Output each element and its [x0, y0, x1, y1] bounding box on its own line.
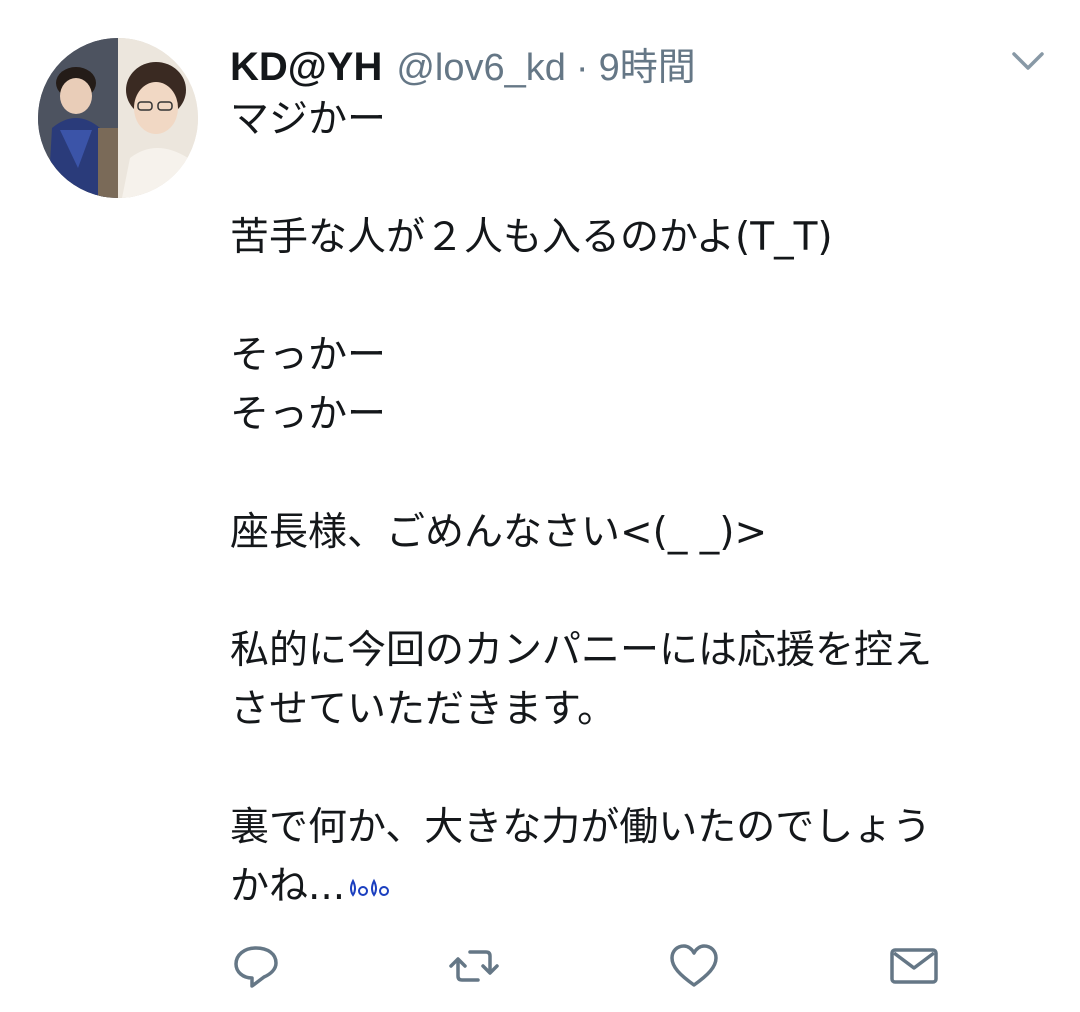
retweet-icon: [449, 950, 499, 982]
tweet-line: 私的に今回のカンパニーには応援を控え: [230, 628, 933, 673]
tweet-line: そっかー: [230, 333, 387, 378]
timestamp[interactable]: 9時間: [599, 36, 696, 91]
tweet-line: マジかー: [230, 97, 387, 142]
tweet-line-text: かね...: [230, 864, 346, 909]
tweet-line: [230, 739, 1050, 798]
user-handle[interactable]: @lov6_kd: [396, 47, 566, 90]
envelope-icon: [890, 948, 938, 984]
tweet-last-line: かね...: [230, 857, 1050, 916]
tweet-actions: [0, 940, 1080, 1004]
reply-icon: [234, 946, 278, 988]
tweet-line: [230, 267, 1050, 326]
reply-button[interactable]: [230, 940, 282, 992]
heart-icon: [670, 944, 718, 987]
retweet-button[interactable]: [448, 940, 500, 992]
tweet-line: [230, 149, 1050, 208]
sweat-drops-icon: [347, 857, 393, 897]
like-button[interactable]: [668, 940, 720, 992]
tweet-header: KD@YH @lov6_kd · 9時間: [230, 36, 696, 91]
tweet-line: 裏で何か、大きな力が働いたのでしょう: [230, 805, 932, 850]
tweet-line: 苦手な人が２人も入るのかよ(T_T): [230, 215, 833, 260]
tweet-line: させていただきます。: [230, 687, 617, 732]
display-name[interactable]: KD@YH: [230, 45, 382, 90]
tweet-line: そっかー: [230, 392, 387, 437]
chevron-down-icon[interactable]: [1010, 48, 1046, 74]
tweet-line: [230, 562, 1050, 621]
direct-message-button[interactable]: [888, 940, 940, 992]
tweet[interactable]: KD@YH @lov6_kd · 9時間 マジかー 苦手な人が２人も入るのかよ(…: [0, 0, 1080, 1012]
tweet-line: [230, 444, 1050, 503]
tweet-line: 座長様、ごめんなさい<(_ _)>: [230, 510, 768, 555]
avatar-image: [38, 38, 198, 198]
tweet-text: マジかー 苦手な人が２人も入るのかよ(T_T) そっかー そっかー 座長様、ごめ…: [230, 90, 1050, 916]
avatar[interactable]: [38, 38, 198, 198]
separator: ·: [575, 47, 589, 89]
